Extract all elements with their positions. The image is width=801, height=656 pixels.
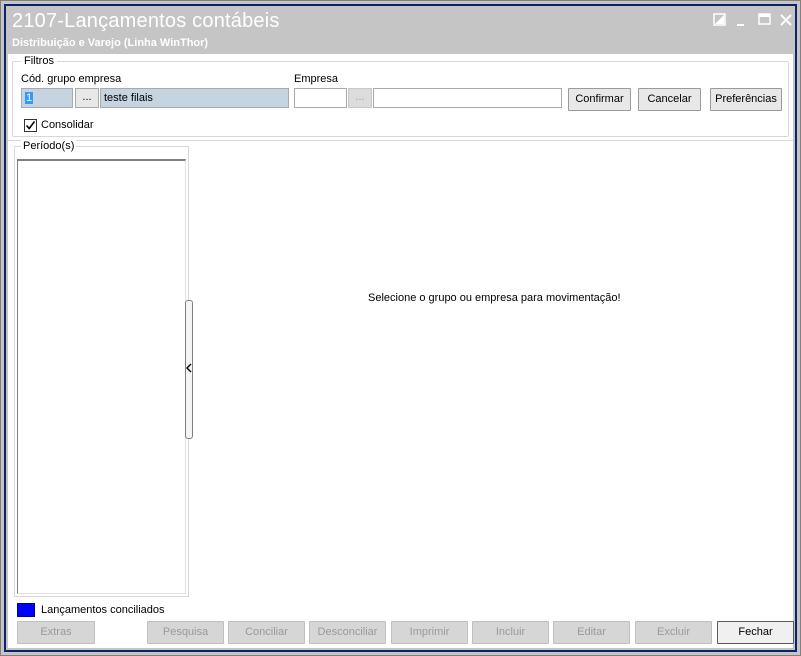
maximize-icon[interactable]	[757, 12, 773, 28]
consolidar-label: Consolidar	[41, 119, 94, 131]
consolidar-checkbox[interactable]	[24, 119, 37, 132]
cancel-button[interactable]: Cancelar	[638, 88, 701, 111]
periodos-group: Período(s)	[14, 140, 189, 597]
conciliados-color-swatch	[17, 603, 35, 617]
panel-splitter[interactable]	[185, 300, 193, 439]
extras-label: Extras	[40, 626, 72, 638]
empty-state-message: Selecione o grupo ou empresa para movime…	[368, 292, 621, 304]
empresa-name-field	[373, 88, 562, 108]
conciliados-legend-label: Lançamentos conciliados	[41, 604, 165, 616]
confirm-label: Confirmar	[575, 93, 624, 105]
incluir-button[interactable]: Incluir	[472, 621, 549, 644]
filters-divider	[8, 140, 793, 141]
incluir-label: Incluir	[495, 626, 526, 638]
client-area: Filtros Cód. grupo empresa 1 ... teste f…	[8, 54, 794, 651]
desconciliar-button[interactable]: Desconciliar	[309, 621, 386, 644]
empresa-code-input[interactable]	[294, 88, 347, 108]
action-bar: Extras Pesquisa Conciliar Desconciliar I…	[8, 621, 794, 651]
minimize-icon[interactable]	[734, 12, 750, 28]
cancel-label: Cancelar	[647, 93, 692, 105]
grupo-label: Cód. grupo empresa	[21, 73, 122, 85]
excluir-label: Excluir	[656, 626, 690, 638]
title-bar[interactable]: 2107-Lançamentos contábeis Distribuição …	[6, 6, 795, 54]
close-icon[interactable]	[778, 12, 794, 28]
filters-group: Filtros Cód. grupo empresa 1 ... teste f…	[12, 55, 789, 137]
pesquisa-label: Pesquisa	[162, 626, 209, 638]
extras-button[interactable]: Extras	[17, 621, 95, 644]
window-frame: 2107-Lançamentos contábeis Distribuição …	[4, 4, 797, 652]
window-title: 2107-Lançamentos contábeis	[12, 10, 280, 32]
imprimir-button[interactable]: Imprimir	[391, 621, 468, 644]
preferences-button[interactable]: Preferências	[710, 88, 782, 111]
app-window: 2107-Lançamentos contábeis Distribuição …	[0, 0, 801, 656]
checkmark-icon	[25, 121, 36, 130]
grupo-code-input[interactable]: 1	[21, 88, 73, 108]
conciliar-button[interactable]: Conciliar	[228, 621, 305, 644]
grupo-name-field: teste filais	[100, 88, 289, 108]
desconciliar-label: Desconciliar	[317, 626, 378, 638]
conciliar-label: Conciliar	[245, 626, 288, 638]
excluir-button[interactable]: Excluir	[635, 621, 712, 644]
grupo-lookup-button[interactable]: ...	[75, 88, 99, 108]
empresa-label: Empresa	[294, 73, 339, 85]
window-subtitle: Distribuição e Varejo (Linha WinThor)	[12, 37, 209, 49]
confirm-button[interactable]: Confirmar	[568, 88, 631, 111]
fechar-label: Fechar	[738, 626, 773, 638]
chevron-left-icon	[186, 363, 192, 373]
pesquisa-button[interactable]: Pesquisa	[147, 621, 224, 644]
periodos-list[interactable]	[17, 159, 186, 594]
empresa-lookup-button[interactable]: ...	[348, 88, 372, 108]
editar-label: Editar	[577, 626, 606, 638]
filters-legend: Filtros	[21, 55, 57, 67]
fechar-button[interactable]: Fechar	[717, 621, 794, 644]
restore-icon[interactable]	[712, 12, 728, 28]
editar-button[interactable]: Editar	[553, 621, 630, 644]
periodos-legend: Período(s)	[21, 140, 77, 152]
imprimir-label: Imprimir	[409, 626, 450, 638]
preferences-label: Preferências	[715, 93, 777, 105]
